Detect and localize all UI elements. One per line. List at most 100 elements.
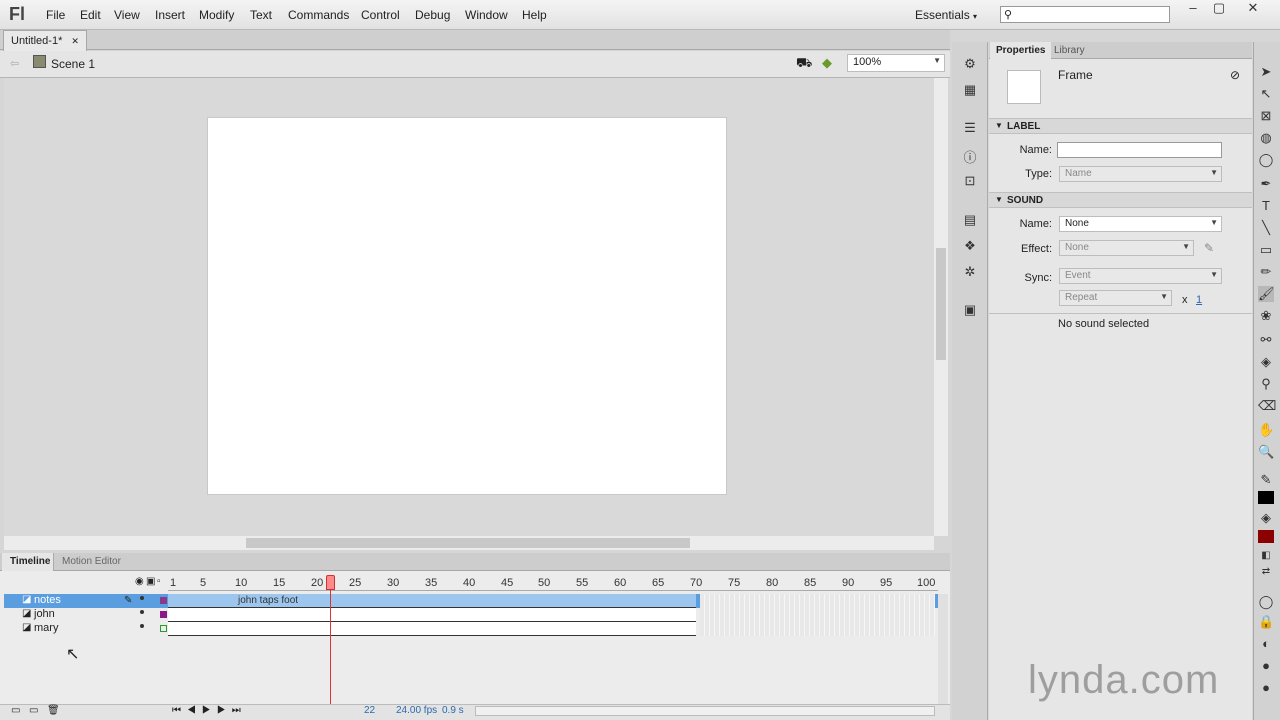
paint-bucket-tool-icon[interactable]: ◈ [1258, 354, 1274, 370]
object-drawing-icon[interactable]: ◯ [1258, 594, 1274, 610]
zoom-select[interactable]: 100% ▼ [847, 54, 945, 72]
text-tool-icon[interactable]: T [1258, 198, 1274, 214]
brush-shape-icon[interactable]: ● [1258, 680, 1274, 696]
color-wheel-icon[interactable]: ⚙ [961, 56, 979, 74]
workspace-switcher[interactable]: Essentials ▾ [915, 8, 977, 22]
layer-color-swatch[interactable] [160, 625, 167, 632]
lock-icon[interactable]: ▣ [146, 576, 155, 587]
pencil-tool-icon[interactable]: ✏ [1258, 264, 1274, 280]
menu-control[interactable]: Control [361, 8, 400, 22]
scene-name[interactable]: Scene 1 [51, 57, 95, 71]
stage[interactable] [207, 117, 727, 495]
current-frame[interactable]: 22 [364, 705, 375, 716]
brush-size-icon[interactable]: ● [1258, 658, 1274, 674]
outline-icon[interactable]: ▫ [157, 576, 161, 587]
frame-span-mary[interactable] [168, 622, 696, 636]
frame-rate[interactable]: 24.00 fps [396, 705, 437, 716]
menu-modify[interactable]: Modify [199, 8, 234, 22]
tab-library[interactable]: Library [1048, 42, 1091, 59]
menu-insert[interactable]: Insert [155, 8, 185, 22]
timeline-horizontal-scrollbar[interactable] [475, 706, 935, 716]
selection-tool-icon[interactable]: ➤ [1258, 64, 1274, 80]
close-button[interactable]: ✕ [1238, 0, 1268, 18]
lasso-tool-icon[interactable]: ◯ [1258, 152, 1274, 168]
vertical-scroll-thumb[interactable] [936, 248, 946, 360]
code-snippets-icon[interactable]: ▤ [961, 212, 979, 230]
layer-color-swatch[interactable] [160, 611, 167, 618]
info-icon[interactable]: ⓘ [961, 147, 979, 165]
edit-scene-icon[interactable]: ⛟ [796, 55, 812, 73]
fill-color-icon[interactable]: ◈ [1258, 510, 1274, 526]
brush-tool-icon[interactable]: 🖌 [1258, 286, 1275, 302]
stroke-color-icon[interactable]: ✎ [1258, 472, 1274, 488]
menu-file[interactable]: File [46, 8, 65, 22]
visibility-dot[interactable] [140, 610, 144, 614]
default-colors-icon[interactable]: ◧ [1258, 550, 1274, 566]
eraser-tool-icon[interactable]: ⌫ [1258, 398, 1276, 414]
section-label-header[interactable]: LABEL [989, 118, 1252, 134]
vertical-scrollbar[interactable] [934, 78, 948, 536]
panel-options-icon[interactable]: ⊘ [1230, 68, 1240, 82]
fill-color-swatch[interactable] [1258, 530, 1274, 543]
empty-frames[interactable] [700, 594, 935, 636]
menu-help[interactable]: Help [522, 8, 547, 22]
pen-tool-icon[interactable]: ✒ [1258, 176, 1274, 192]
eyedropper-tool-icon[interactable]: ⚲ [1258, 376, 1274, 392]
sound-effect-select[interactable]: None ▼ [1059, 240, 1194, 256]
subselection-tool-icon[interactable]: ↖ [1258, 86, 1274, 102]
visibility-dot[interactable] [140, 596, 144, 600]
sound-sync-select[interactable]: Event ▼ [1059, 268, 1222, 284]
align-icon[interactable]: ☰ [961, 120, 979, 138]
stroke-color-swatch[interactable] [1258, 491, 1274, 504]
line-tool-icon[interactable]: ╲ [1258, 220, 1274, 236]
horizontal-scrollbar[interactable] [4, 536, 934, 550]
repeat-count[interactable]: 1 [1196, 294, 1202, 306]
timeline-vertical-scrollbar[interactable] [938, 594, 948, 704]
layer-name-notes[interactable]: notes [34, 594, 61, 606]
swap-colors-icon[interactable]: ⇄ [1258, 566, 1274, 582]
layer-name-john[interactable]: john [34, 608, 55, 620]
menu-debug[interactable]: Debug [415, 8, 450, 22]
motion-presets-icon[interactable]: ✲ [961, 264, 979, 282]
collapse-arrow-icon[interactable]: ▼ [995, 121, 1003, 130]
close-tab-icon[interactable]: ✕ [71, 36, 79, 46]
menu-commands[interactable]: Commands [288, 8, 349, 22]
tab-properties[interactable]: Properties [990, 42, 1052, 59]
components-icon[interactable]: ❖ [961, 238, 979, 256]
frame-span-john[interactable] [168, 608, 696, 622]
horizontal-scroll-thumb[interactable] [246, 538, 690, 548]
project-icon[interactable]: ▣ [961, 302, 979, 320]
hand-tool-icon[interactable]: ✋ [1258, 422, 1274, 438]
layer-name-mary[interactable]: mary [34, 622, 58, 634]
lock-fill-icon[interactable]: 🔒 [1258, 614, 1274, 630]
edit-envelope-icon[interactable]: ✎ [1204, 241, 1214, 255]
swatches-icon[interactable]: ▦ [961, 82, 979, 100]
document-tab[interactable]: Untitled-1* ✕ [3, 30, 87, 51]
sound-repeat-select[interactable]: Repeat ▼ [1059, 290, 1172, 306]
transform-icon[interactable]: ⊡ [961, 173, 979, 191]
new-folder-icon[interactable]: ▭ [29, 705, 38, 716]
tab-motion-editor[interactable]: Motion Editor [62, 556, 121, 567]
collapse-arrow-icon[interactable]: ▼ [995, 195, 1003, 204]
label-name-input[interactable] [1057, 142, 1222, 158]
tab-timeline[interactable]: Timeline [2, 553, 54, 571]
menu-window[interactable]: Window [465, 8, 508, 22]
help-search-input[interactable]: ⚲ [1000, 6, 1170, 23]
free-transform-tool-icon[interactable]: ⊠ [1258, 108, 1274, 124]
back-arrow-icon[interactable]: ⇦ [10, 57, 19, 70]
brush-mode-icon[interactable]: ◐ [1258, 636, 1274, 652]
new-layer-icon[interactable]: ▭ [11, 705, 20, 716]
bone-tool-icon[interactable]: ⚯ [1258, 332, 1274, 348]
playback-controls-icon[interactable]: ⏮◀▶▶⏭ [172, 705, 247, 716]
menu-text[interactable]: Text [250, 8, 272, 22]
visibility-dot[interactable] [140, 624, 144, 628]
maximize-button[interactable]: ▢ [1204, 0, 1234, 18]
playhead[interactable] [326, 575, 335, 590]
3d-rotation-tool-icon[interactable]: ◍ [1258, 130, 1274, 146]
edit-symbols-icon[interactable]: ◆ [822, 55, 832, 71]
section-sound-header[interactable]: SOUND [989, 192, 1252, 208]
layer-color-swatch[interactable] [160, 597, 167, 604]
rectangle-tool-icon[interactable]: ▭ [1258, 242, 1274, 258]
delete-layer-icon[interactable]: 🗑 [47, 705, 60, 716]
menu-edit[interactable]: Edit [80, 8, 101, 22]
